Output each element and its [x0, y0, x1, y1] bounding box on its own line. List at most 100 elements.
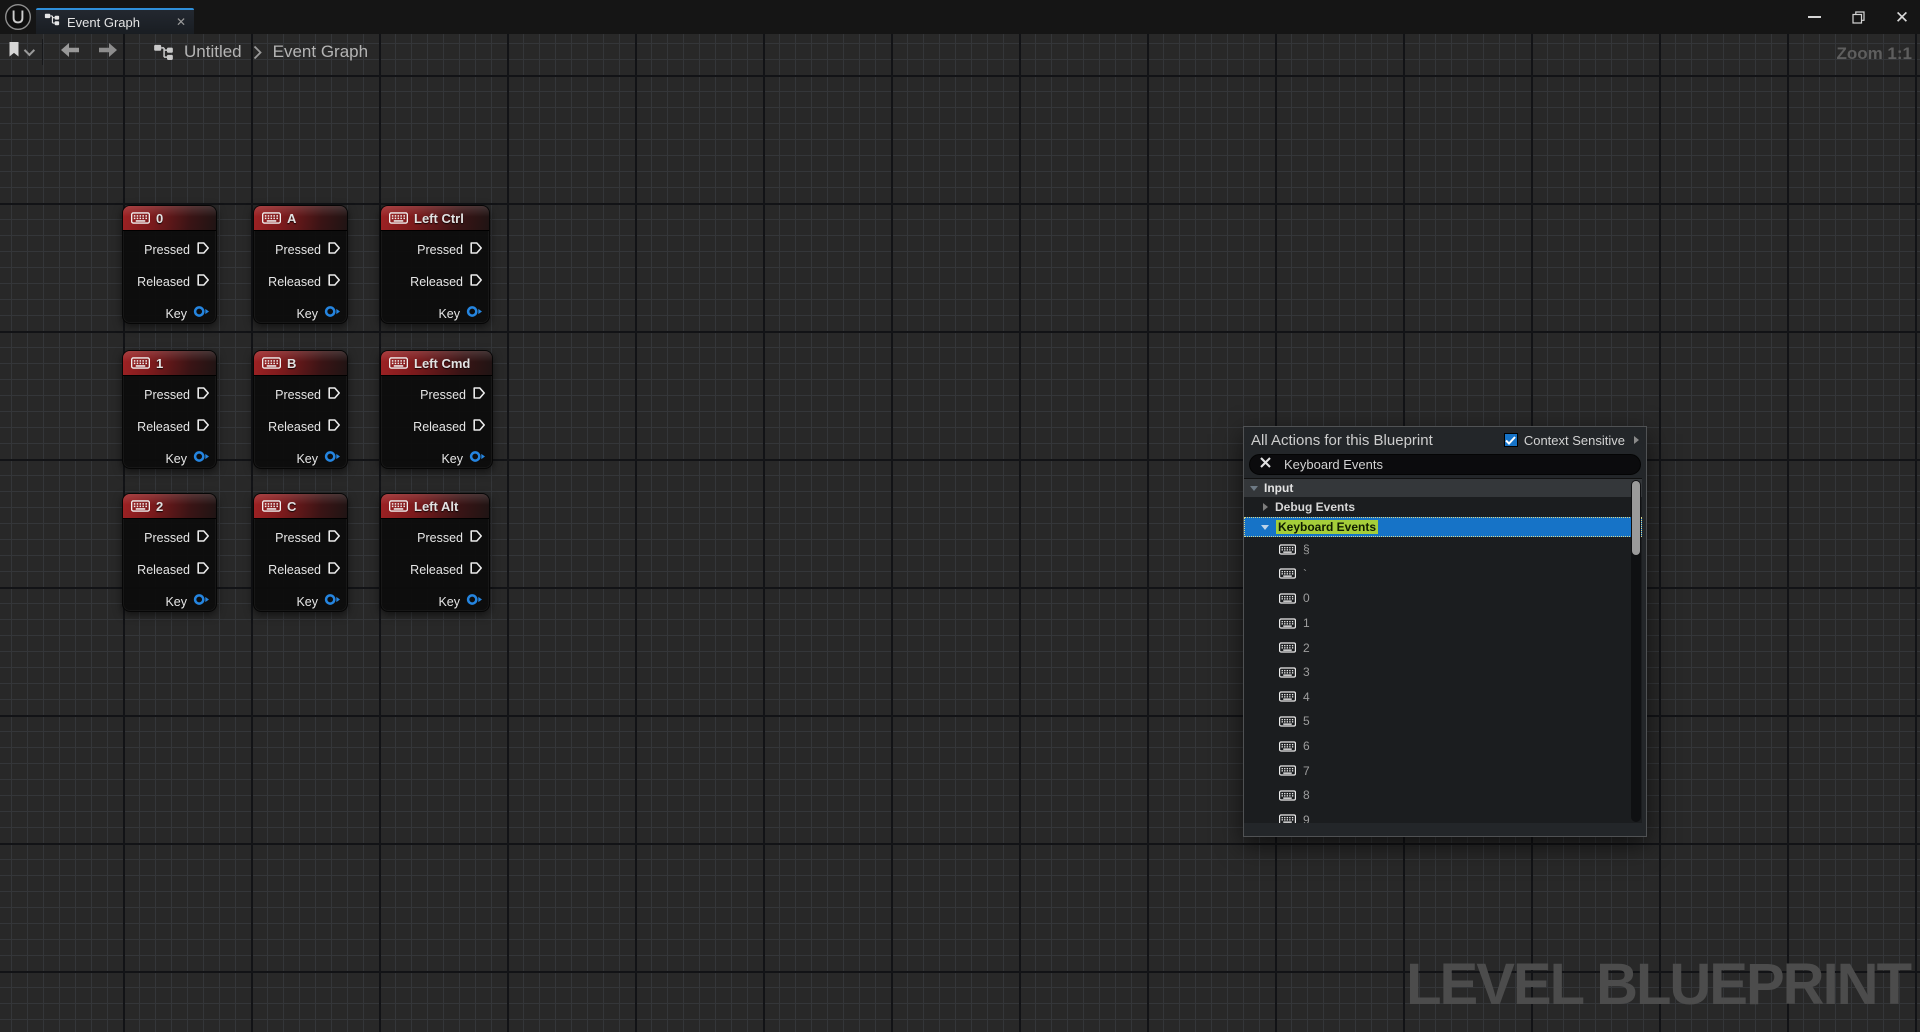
- exec-pin-icon[interactable]: [472, 386, 486, 405]
- keyboard-icon: [389, 357, 408, 369]
- action-list-item[interactable]: 4: [1244, 685, 1642, 710]
- node-header[interactable]: 0: [123, 206, 216, 231]
- keyboard-event-node[interactable]: Left Cmd Pressed Released Key: [380, 350, 493, 469]
- key-pin-icon[interactable]: [193, 593, 210, 611]
- pin-row-pressed: Pressed: [254, 379, 347, 411]
- key-name: 6: [1303, 739, 1310, 753]
- nav-back-button[interactable]: [61, 43, 79, 62]
- exec-pin-icon[interactable]: [469, 273, 483, 292]
- exec-pin-icon[interactable]: [469, 561, 483, 580]
- context-sensitive-checkbox[interactable]: [1504, 433, 1518, 447]
- node-header[interactable]: A: [254, 206, 347, 231]
- node-body: Pressed Released Key: [254, 519, 347, 618]
- exec-pin-icon[interactable]: [196, 241, 210, 260]
- exec-pin-icon[interactable]: [327, 529, 341, 548]
- key-pin-icon[interactable]: [324, 305, 341, 323]
- action-list-item[interactable]: §: [1244, 537, 1642, 562]
- node-header[interactable]: C: [254, 494, 347, 519]
- tab-close-icon[interactable]: ✕: [176, 16, 186, 28]
- exec-pin-icon[interactable]: [469, 529, 483, 548]
- exec-pin-icon[interactable]: [327, 241, 341, 260]
- pin-row-released: Released: [381, 266, 489, 298]
- keyboard-event-node[interactable]: 0 Pressed Released Key: [122, 205, 217, 324]
- key-pin-icon[interactable]: [193, 305, 210, 323]
- exec-pin-icon[interactable]: [196, 418, 210, 437]
- exec-pin-icon[interactable]: [196, 386, 210, 405]
- tree-category-input[interactable]: Input: [1244, 479, 1642, 497]
- node-title: Left Cmd: [414, 356, 470, 371]
- action-list-item[interactable]: 6: [1244, 734, 1642, 759]
- action-list-item[interactable]: 8: [1244, 783, 1642, 808]
- key-pin-icon[interactable]: [469, 450, 486, 468]
- exec-pin-icon[interactable]: [469, 241, 483, 260]
- pin-label-pressed: Pressed: [275, 531, 321, 545]
- keyboard-event-node[interactable]: 2 Pressed Released Key: [122, 493, 217, 612]
- pin-label-key: Key: [165, 307, 187, 321]
- action-list-item[interactable]: 0: [1244, 586, 1642, 611]
- exec-pin-icon[interactable]: [196, 273, 210, 292]
- search-input[interactable]: [1284, 457, 1631, 472]
- keyboard-event-node[interactable]: Left Alt Pressed Released Key: [380, 493, 490, 612]
- scrollbar-track[interactable]: [1631, 480, 1641, 822]
- key-name: 3: [1303, 665, 1310, 679]
- nav-forward-button[interactable]: [99, 43, 117, 62]
- tab-event-graph[interactable]: Event Graph ✕: [36, 8, 194, 34]
- restore-button[interactable]: [1846, 5, 1870, 29]
- pin-row-key: Key: [381, 443, 492, 475]
- action-list-item[interactable]: 1: [1244, 611, 1642, 636]
- action-list-item[interactable]: `: [1244, 562, 1642, 587]
- key-pin-icon[interactable]: [466, 593, 483, 611]
- expander-right-icon[interactable]: [1263, 503, 1268, 511]
- action-list-item[interactable]: 9: [1244, 808, 1642, 823]
- key-pin-icon[interactable]: [193, 450, 210, 468]
- exec-pin-icon[interactable]: [196, 561, 210, 580]
- key-pin-icon[interactable]: [466, 305, 483, 323]
- node-header[interactable]: Left Cmd: [381, 351, 492, 376]
- expander-right-icon[interactable]: [1634, 436, 1639, 444]
- node-header[interactable]: 2: [123, 494, 216, 519]
- keyboard-event-node[interactable]: 1 Pressed Released Key: [122, 350, 217, 469]
- pin-row-pressed: Pressed: [123, 522, 216, 554]
- pin-label-released: Released: [137, 420, 190, 434]
- breadcrumb-untitled[interactable]: Untitled: [184, 42, 242, 62]
- exec-pin-icon[interactable]: [472, 418, 486, 437]
- action-search-box[interactable]: [1249, 454, 1641, 475]
- exec-pin-icon[interactable]: [327, 386, 341, 405]
- bookmarks-button[interactable]: [8, 41, 32, 63]
- keyboard-event-node[interactable]: B Pressed Released Key: [253, 350, 348, 469]
- keyboard-icon: [1279, 691, 1296, 702]
- node-header[interactable]: Left Ctrl: [381, 206, 489, 231]
- key-pin-icon[interactable]: [324, 593, 341, 611]
- node-header[interactable]: 1: [123, 351, 216, 376]
- context-sensitive-label[interactable]: Context Sensitive: [1524, 433, 1625, 448]
- exec-pin-icon[interactable]: [327, 561, 341, 580]
- close-button[interactable]: ✕: [1890, 5, 1914, 29]
- context-menu-header: All Actions for this Blueprint Context S…: [1244, 427, 1646, 453]
- tree-group-keyboard-events-selected[interactable]: Keyboard Events: [1244, 517, 1642, 537]
- keyboard-icon: [131, 500, 150, 512]
- keyboard-event-node[interactable]: C Pressed Released Key: [253, 493, 348, 612]
- exec-pin-icon[interactable]: [327, 273, 341, 292]
- node-header[interactable]: Left Alt: [381, 494, 489, 519]
- exec-pin-icon[interactable]: [196, 529, 210, 548]
- exec-pin-icon[interactable]: [327, 418, 341, 437]
- keyboard-event-node[interactable]: A Pressed Released Key: [253, 205, 348, 324]
- tree-group-debug-events[interactable]: Debug Events: [1244, 497, 1642, 517]
- keyboard-event-node[interactable]: Left Ctrl Pressed Released Key: [380, 205, 490, 324]
- pin-row-released: Released: [381, 411, 492, 443]
- minimize-button[interactable]: [1802, 5, 1826, 29]
- expander-down-icon[interactable]: [1250, 486, 1258, 491]
- scrollbar-thumb[interactable]: [1632, 481, 1640, 555]
- breadcrumb-event-graph[interactable]: Event Graph: [273, 42, 368, 62]
- action-list-item[interactable]: 2: [1244, 635, 1642, 660]
- expander-down-icon[interactable]: [1261, 525, 1269, 530]
- key-pin-icon[interactable]: [324, 450, 341, 468]
- action-list-item[interactable]: 7: [1244, 758, 1642, 783]
- action-list-item[interactable]: 5: [1244, 709, 1642, 734]
- context-sensitive-toggle[interactable]: Context Sensitive: [1504, 433, 1639, 448]
- node-body: Pressed Released Key: [381, 519, 489, 618]
- action-list-item[interactable]: 3: [1244, 660, 1642, 685]
- node-header[interactable]: B: [254, 351, 347, 376]
- pin-label-released: Released: [410, 563, 463, 577]
- clear-search-icon[interactable]: [1259, 456, 1272, 474]
